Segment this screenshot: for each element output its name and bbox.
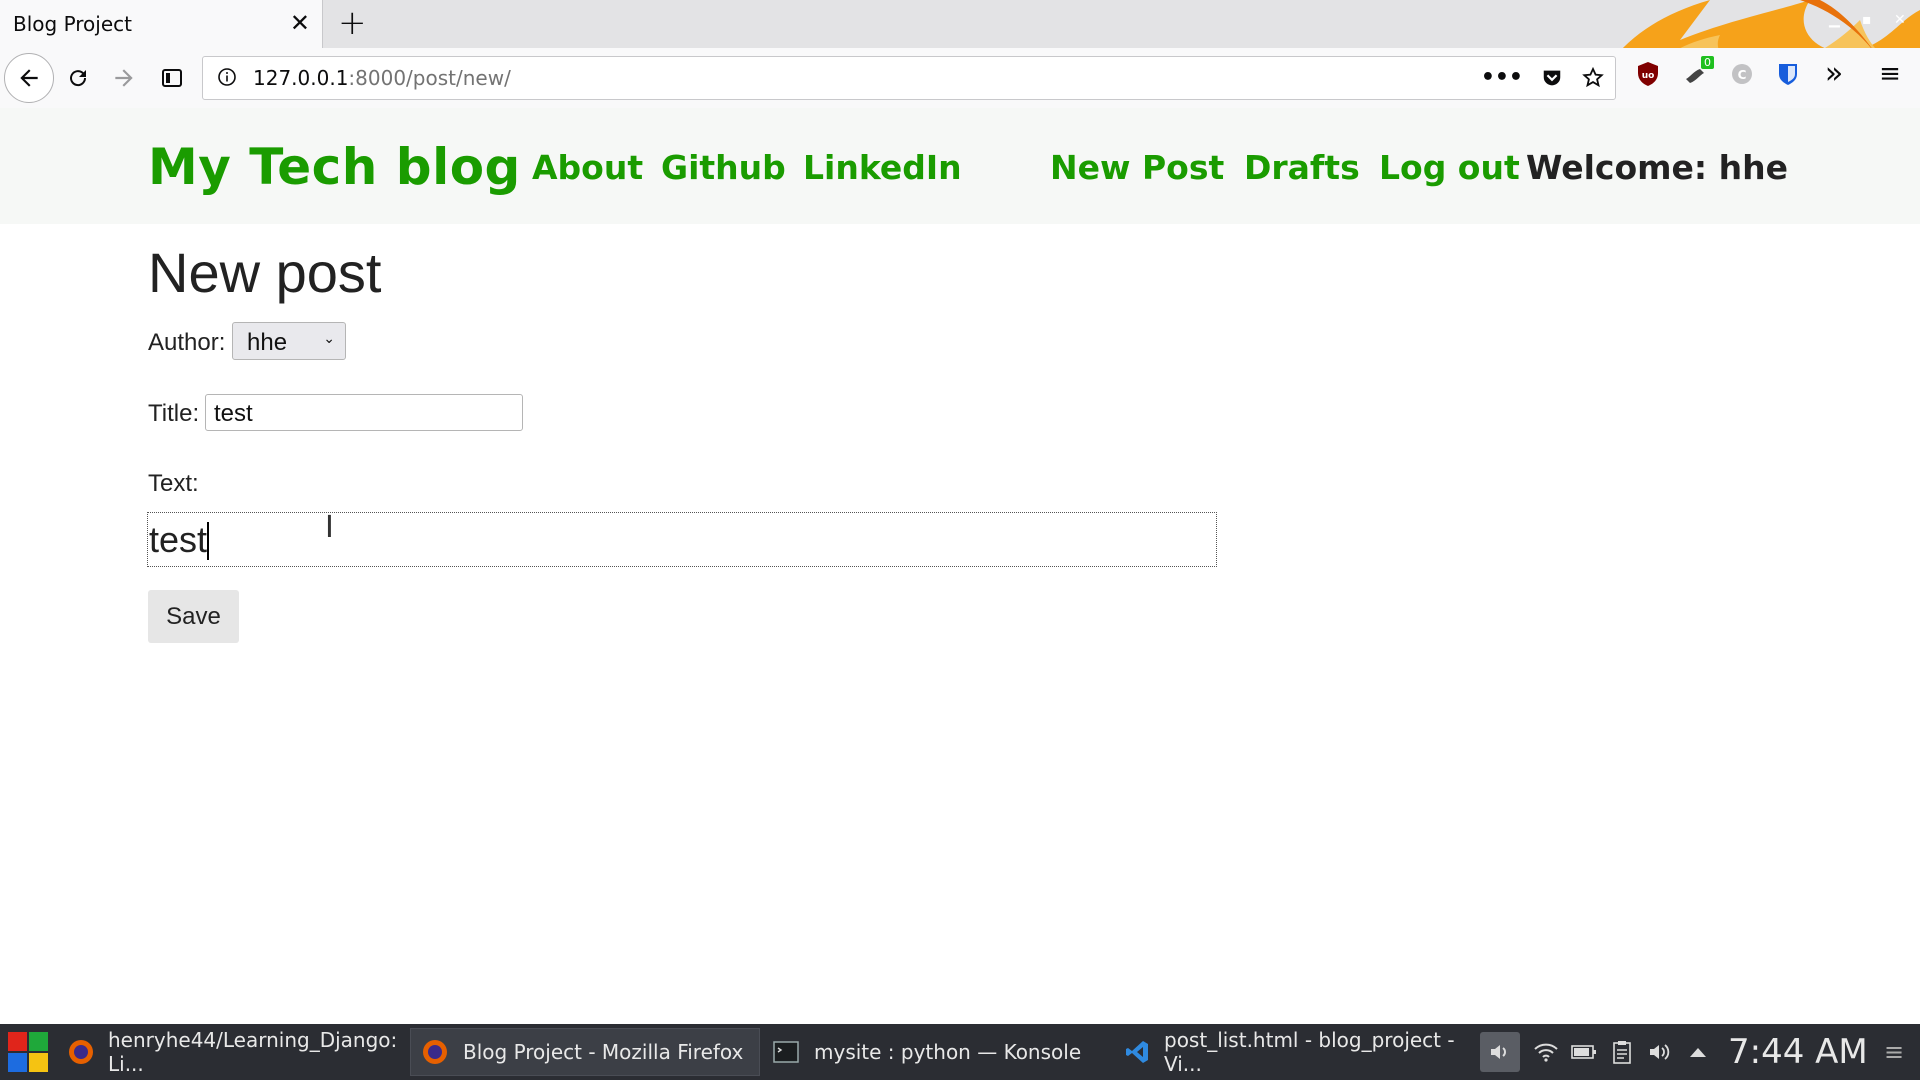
taskbar-item-label: mysite : python — Konsole <box>814 1040 1082 1064</box>
author-select-value: hhe <box>247 329 288 356</box>
title-input-value: test <box>214 400 253 427</box>
firefox-icon <box>68 1038 94 1066</box>
welcome-message: Welcome: hhe <box>1526 148 1788 187</box>
site-brand-link[interactable]: My Tech blog <box>148 138 521 196</box>
chevron-down-icon: ⌄ <box>323 331 335 347</box>
forward-button[interactable] <box>104 58 144 98</box>
nav-link-drafts[interactable]: Drafts <box>1244 148 1360 187</box>
nav-link-new-post[interactable]: New Post <box>1050 148 1224 187</box>
back-arrow-icon <box>20 69 38 87</box>
save-button[interactable]: Save <box>148 590 239 643</box>
overflow-menu-icon[interactable]: » <box>1818 58 1850 90</box>
site-info-icon[interactable] <box>217 67 237 87</box>
vscode-icon <box>1124 1038 1150 1066</box>
ublock-origin-icon[interactable]: uo <box>1632 58 1664 90</box>
taskbar-item-label: henryhe44/Learning_Django: Li... <box>108 1028 398 1076</box>
reload-icon <box>70 70 87 87</box>
text-caret <box>207 522 210 560</box>
text-input[interactable]: test <box>147 512 1217 567</box>
svg-text:uo: uo <box>1642 71 1655 81</box>
url-text[interactable]: 127.0.0.1:8000/post/new/ <box>253 66 511 90</box>
grey-extension-icon[interactable]: C <box>1726 58 1758 90</box>
page-title: New post <box>148 241 382 304</box>
author-select[interactable]: hhe ⌄ <box>232 322 346 360</box>
taskbar-item-vscode[interactable]: post_list.html - blog_project - Vi... <box>1114 1028 1464 1076</box>
new-tab-icon[interactable]: + <box>338 6 367 40</box>
nav-link-log-out[interactable]: Log out <box>1379 148 1520 187</box>
taskbar-menu-icon[interactable]: ≡ <box>1880 1038 1908 1066</box>
sidebar-icon <box>162 69 182 87</box>
browser-tab[interactable]: Blog Project ✕ <box>0 0 323 48</box>
back-button[interactable] <box>4 53 54 103</box>
clipboard-icon[interactable] <box>1608 1038 1636 1066</box>
reload-button[interactable] <box>58 58 98 98</box>
text-cursor-icon: I <box>325 510 334 545</box>
taskbar-item-label: Blog Project - Mozilla Firefox <box>463 1040 744 1064</box>
extension-badge: 0 <box>1701 56 1714 69</box>
forward-arrow-icon <box>115 69 133 87</box>
taskbar-item-konsole[interactable]: mysite : python — Konsole <box>762 1028 1112 1076</box>
speaker-icon[interactable] <box>1646 1038 1674 1066</box>
bitwarden-icon[interactable] <box>1772 58 1804 90</box>
url-bar-actions: ••• <box>1481 65 1605 90</box>
battery-icon[interactable] <box>1570 1038 1598 1066</box>
start-menu-icon[interactable] <box>6 1030 50 1074</box>
bookmark-star-icon[interactable] <box>1581 66 1605 90</box>
sidebar-toggle-button[interactable] <box>152 58 192 98</box>
volume-control-icon[interactable] <box>1480 1032 1520 1072</box>
text-input-value: test <box>149 519 210 561</box>
privacy-extension-icon[interactable]: 0 <box>1680 56 1714 90</box>
site-navbar: My Tech blog About Github LinkedIn New P… <box>0 108 1920 224</box>
url-path: :8000/post/new/ <box>348 66 511 90</box>
pocket-icon[interactable] <box>1541 67 1563 89</box>
firefox-icon <box>421 1038 449 1066</box>
tab-title: Blog Project <box>13 12 132 36</box>
taskbar: henryhe44/Learning_Django: Li... Blog Pr… <box>0 1024 1920 1080</box>
nav-link-linkedin[interactable]: LinkedIn <box>803 148 962 187</box>
page-actions-icon[interactable]: ••• <box>1481 65 1523 90</box>
minimize-window-icon[interactable]: ▁ <box>1829 12 1840 28</box>
close-window-icon[interactable]: ✕ <box>1894 12 1906 28</box>
title-input[interactable]: test <box>205 394 523 431</box>
taskbar-item-firefox[interactable]: Blog Project - Mozilla Firefox <box>410 1028 760 1076</box>
svg-text:C: C <box>1738 68 1747 82</box>
text-label: Text: <box>148 470 199 497</box>
text-input-content: test <box>149 519 208 560</box>
terminal-icon <box>772 1038 800 1066</box>
author-label: Author: <box>148 329 226 356</box>
close-tab-icon[interactable]: ✕ <box>290 11 310 35</box>
url-host: 127.0.0.1 <box>253 66 349 90</box>
hamburger-menu-icon[interactable]: ≡ <box>1874 58 1906 90</box>
url-bar[interactable]: 127.0.0.1:8000/post/new/ ••• <box>202 56 1616 100</box>
taskbar-item-github[interactable]: henryhe44/Learning_Django: Li... <box>58 1028 408 1076</box>
taskbar-clock[interactable]: 7:44 AM <box>1728 1032 1868 1072</box>
wifi-icon[interactable] <box>1532 1038 1560 1066</box>
nav-link-about[interactable]: About <box>532 148 643 187</box>
taskbar-item-label: post_list.html - blog_project - Vi... <box>1164 1028 1455 1076</box>
maximize-window-icon[interactable]: ▪ <box>1862 12 1872 28</box>
show-hidden-icons-icon[interactable] <box>1684 1038 1712 1066</box>
title-label: Title: <box>148 400 200 427</box>
nav-link-github[interactable]: Github <box>661 148 786 187</box>
